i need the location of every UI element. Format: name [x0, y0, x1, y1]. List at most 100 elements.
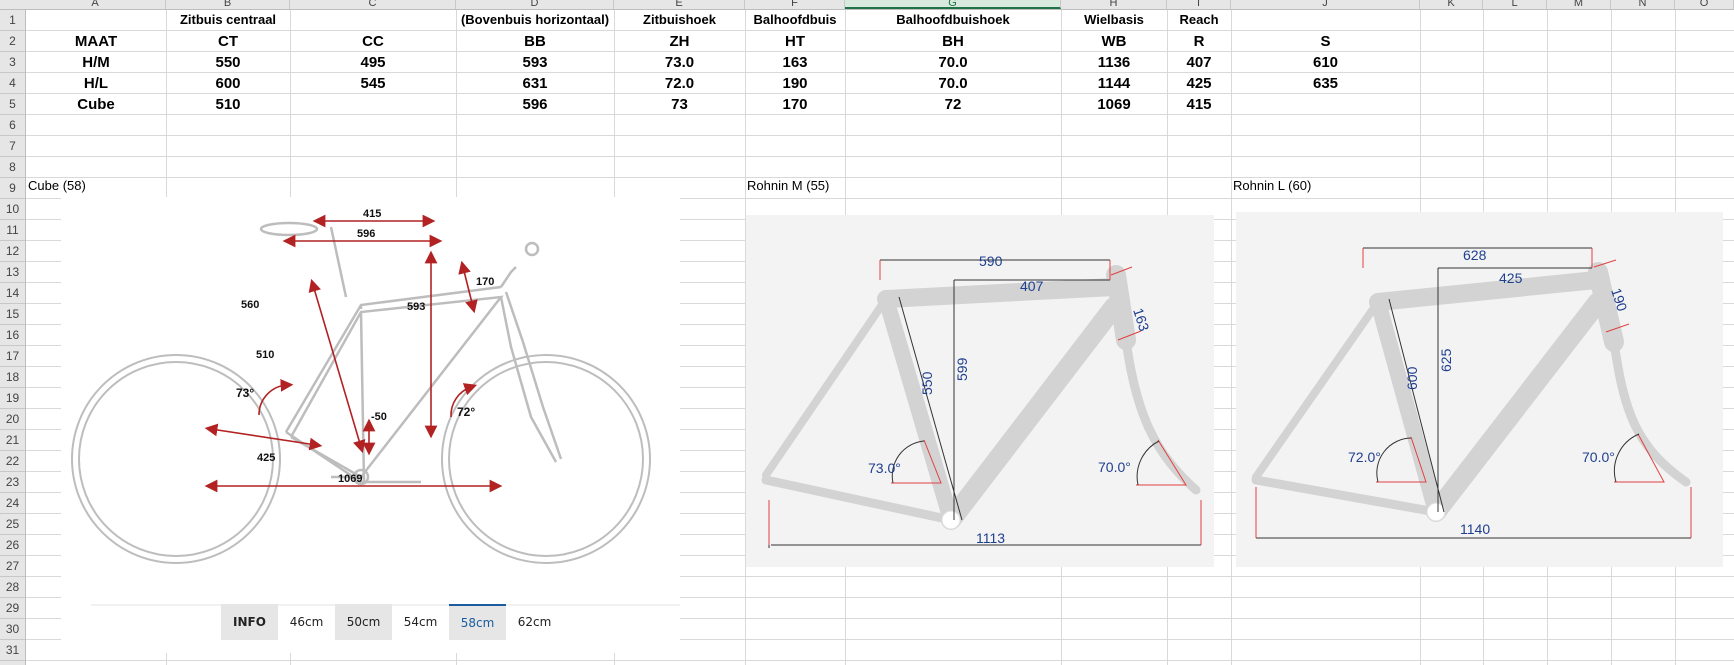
column-header-D[interactable]: D [456, 0, 614, 9]
cell-b5[interactable]: 510 [166, 96, 290, 113]
cell-f3[interactable]: 163 [745, 54, 845, 71]
size-tab-62cm[interactable]: 62cm [506, 604, 563, 640]
cell-a2[interactable]: MAAT [26, 33, 166, 50]
row-header-8[interactable]: 8 [0, 157, 25, 178]
row-header-17[interactable]: 17 [0, 346, 25, 367]
rohnin-m-geometry-image[interactable]: 590 407 163 550 599 73.0° 70.0° 1113 [746, 215, 1214, 567]
row-header-1[interactable]: 1 [0, 10, 25, 31]
row-header-31[interactable]: 31 [0, 640, 25, 661]
cell-e3[interactable]: 73.0 [614, 54, 745, 71]
row-header-22[interactable]: 22 [0, 451, 25, 472]
column-header-B[interactable]: B [166, 0, 290, 9]
cell-e5[interactable]: 73 [614, 96, 745, 113]
row-header-9[interactable]: 9 [0, 178, 25, 199]
cell-b3[interactable]: 550 [166, 54, 290, 71]
cell-j4[interactable]: 635 [1231, 75, 1420, 92]
cell-h3[interactable]: 1136 [1061, 54, 1167, 71]
row-header-28[interactable]: 28 [0, 577, 25, 598]
row-header-11[interactable]: 11 [0, 220, 25, 241]
row-header-24[interactable]: 24 [0, 493, 25, 514]
column-header-E[interactable]: E [614, 0, 745, 9]
cell-e4[interactable]: 72.0 [614, 75, 745, 92]
cell-d4[interactable]: 631 [456, 75, 614, 92]
cell-g3[interactable]: 70.0 [845, 54, 1061, 71]
row-header-21[interactable]: 21 [0, 430, 25, 451]
cell-d5[interactable]: 596 [456, 96, 614, 113]
size-tab-46cm[interactable]: 46cm [278, 604, 335, 640]
row-header-16[interactable]: 16 [0, 325, 25, 346]
cell-a4[interactable]: H/L [26, 75, 166, 92]
cell-i3[interactable]: 407 [1167, 54, 1231, 71]
row-header-30[interactable]: 30 [0, 619, 25, 640]
row-header-26[interactable]: 26 [0, 535, 25, 556]
column-header-L[interactable]: L [1483, 0, 1547, 9]
row-header-5[interactable]: 5 [0, 94, 25, 115]
cell-f5[interactable]: 170 [745, 96, 845, 113]
column-header-I[interactable]: I [1167, 0, 1231, 9]
row-header-12[interactable]: 12 [0, 241, 25, 262]
row-header-20[interactable]: 20 [0, 409, 25, 430]
header-ct-desc[interactable]: Zitbuis centraal [166, 12, 290, 27]
size-tab-50cm[interactable]: 50cm [335, 604, 392, 640]
cell-g4[interactable]: 70.0 [845, 75, 1061, 92]
column-header-K[interactable]: K [1420, 0, 1483, 9]
rohnin-l-geometry-image[interactable]: 628 425 190 600 625 72.0° 70.0° 1140 [1236, 212, 1723, 567]
row-header-15[interactable]: 15 [0, 304, 25, 325]
cell-i2[interactable]: R [1167, 33, 1231, 50]
row-header-2[interactable]: 2 [0, 31, 25, 52]
cell-g5[interactable]: 72 [845, 96, 1061, 113]
row-header-7[interactable]: 7 [0, 136, 25, 157]
header-ht-desc[interactable]: Balhoofdbuis [745, 12, 845, 27]
row-header-4[interactable]: 4 [0, 73, 25, 94]
cell-c2[interactable]: CC [290, 33, 456, 50]
cell-b4[interactable]: 600 [166, 75, 290, 92]
row-header-6[interactable]: 6 [0, 115, 25, 136]
cell-c4[interactable]: 545 [290, 75, 456, 92]
cell-d2[interactable]: BB [456, 33, 614, 50]
row-header-14[interactable]: 14 [0, 283, 25, 304]
cell-j3[interactable]: 610 [1231, 54, 1420, 71]
column-header-G[interactable]: G [845, 0, 1061, 9]
cell-b2[interactable]: CT [166, 33, 290, 50]
header-bh-desc[interactable]: Balhoofdbuishoek [845, 12, 1061, 27]
row-header-29[interactable]: 29 [0, 598, 25, 619]
column-header-N[interactable]: N [1611, 0, 1675, 9]
column-header-H[interactable]: H [1061, 0, 1167, 9]
row-header-23[interactable]: 23 [0, 472, 25, 493]
row-header-32[interactable]: 32 [0, 661, 25, 665]
cell-c3[interactable]: 495 [290, 54, 456, 71]
column-header-C[interactable]: C [290, 0, 456, 9]
column-header-A[interactable]: A [25, 0, 166, 9]
cell-g2[interactable]: BH [845, 33, 1061, 50]
size-tab-info[interactable]: INFO [221, 604, 278, 640]
column-header-J[interactable]: J [1231, 0, 1420, 9]
cell-h5[interactable]: 1069 [1061, 96, 1167, 113]
cell-i5[interactable]: 415 [1167, 96, 1231, 113]
header-zh-desc[interactable]: Zitbuishoek [614, 12, 745, 27]
cell-d3[interactable]: 593 [456, 54, 614, 71]
cell-h2[interactable]: WB [1061, 33, 1167, 50]
row-header-27[interactable]: 27 [0, 556, 25, 577]
label-rohnin-l[interactable]: Rohnin L (60) [1231, 178, 1311, 193]
header-r-desc[interactable]: Reach [1167, 12, 1231, 27]
cube-geometry-image[interactable]: 415 596 560 510 593 170 73° 72° -50 425 … [61, 197, 680, 653]
row-header-13[interactable]: 13 [0, 262, 25, 283]
cell-j2[interactable]: S [1231, 33, 1420, 50]
cell-e2[interactable]: ZH [614, 33, 745, 50]
label-rohnin-m[interactable]: Rohnin M (55) [745, 178, 829, 193]
row-header-10[interactable]: 10 [0, 199, 25, 220]
cell-f2[interactable]: HT [745, 33, 845, 50]
cell-a3[interactable]: H/M [26, 54, 166, 71]
column-header-F[interactable]: F [745, 0, 845, 9]
size-tab-58cm[interactable]: 58cm [449, 604, 506, 640]
row-header-3[interactable]: 3 [0, 52, 25, 73]
label-cube[interactable]: Cube (58) [26, 178, 86, 193]
row-header-25[interactable]: 25 [0, 514, 25, 535]
column-header-O[interactable]: O [1675, 0, 1734, 9]
row-header-19[interactable]: 19 [0, 388, 25, 409]
size-tab-54cm[interactable]: 54cm [392, 604, 449, 640]
column-header-M[interactable]: M [1547, 0, 1611, 9]
cell-a5[interactable]: Cube [26, 96, 166, 113]
cell-i4[interactable]: 425 [1167, 75, 1231, 92]
header-wb-desc[interactable]: Wielbasis [1061, 12, 1167, 27]
